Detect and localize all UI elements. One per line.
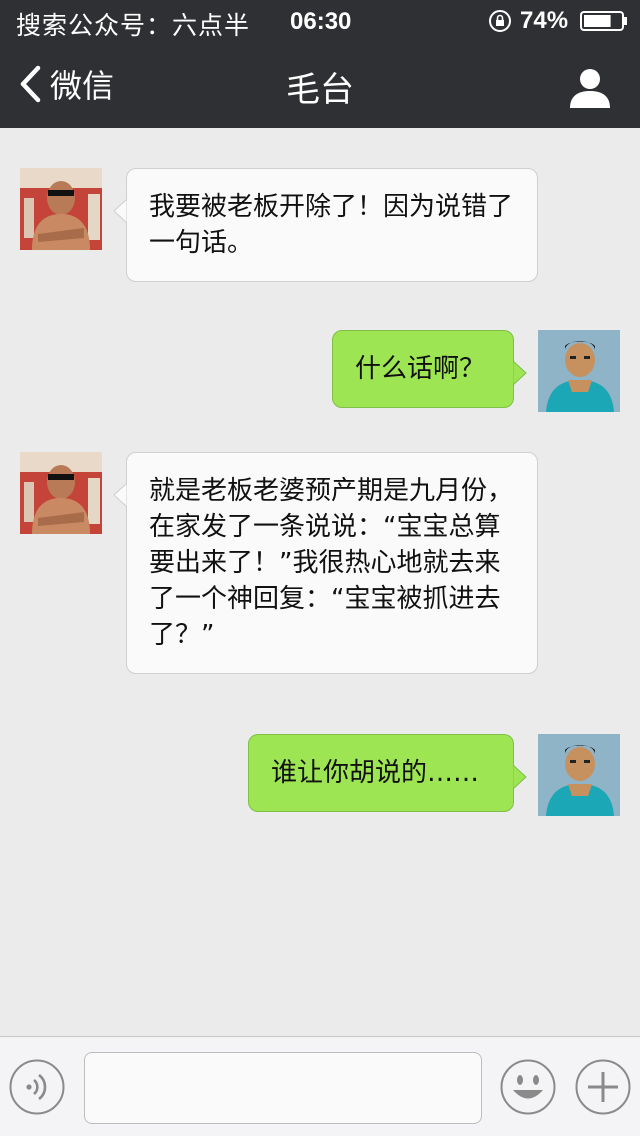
avatar-image — [20, 168, 102, 250]
bubble-tail — [507, 765, 527, 789]
chat-title: 毛台 — [286, 70, 354, 110]
avatar-image — [538, 734, 620, 816]
message-bubble-sent[interactable]: 谁让你胡说的…… — [248, 734, 527, 812]
bubble-tail — [507, 361, 527, 385]
message-text: 谁让你胡说的…… — [271, 758, 480, 788]
message-bubble-received[interactable]: 我要被老板开除了！因为说错了一句话。 — [113, 168, 538, 282]
avatar-other[interactable] — [20, 452, 102, 534]
bubble-tail — [113, 483, 133, 507]
message-text: 就是老板老婆预产期是九月份，在家发了一条说说：“宝宝总算要出来了！”我很热心地就… — [149, 476, 514, 650]
message-bubble-received[interactable]: 就是老板老婆预产期是九月份，在家发了一条说说：“宝宝总算要出来了！”我很热心地就… — [113, 452, 538, 674]
avatar-self[interactable] — [538, 330, 620, 412]
avatar-image — [538, 330, 620, 412]
status-bar: 搜索公众号：六点半 06:30 74% — [0, 0, 640, 40]
carrier-text: 搜索公众号：六点半 — [16, 12, 251, 40]
avatar-image — [20, 452, 102, 534]
input-bar — [0, 1036, 640, 1136]
person-icon[interactable] — [566, 64, 614, 112]
message-input[interactable] — [84, 1052, 482, 1124]
voice-icon[interactable] — [9, 1059, 65, 1115]
plus-icon[interactable] — [575, 1059, 631, 1115]
nav-bar: 微信 毛台 — [0, 40, 640, 128]
avatar-other[interactable] — [20, 168, 102, 250]
message-bubble-sent[interactable]: 什么话啊？ — [332, 330, 527, 408]
message-text: 我要被老板开除了！因为说错了一句话。 — [149, 192, 514, 258]
emoji-icon[interactable] — [500, 1059, 556, 1115]
status-time: 06:30 — [290, 8, 352, 35]
bubble-tail — [113, 199, 133, 223]
avatar-self[interactable] — [538, 734, 620, 816]
battery-percent: 74% — [520, 7, 569, 34]
battery-icon — [580, 11, 627, 31]
message-text: 什么话啊？ — [355, 354, 486, 384]
rotation-lock-icon — [489, 10, 511, 32]
